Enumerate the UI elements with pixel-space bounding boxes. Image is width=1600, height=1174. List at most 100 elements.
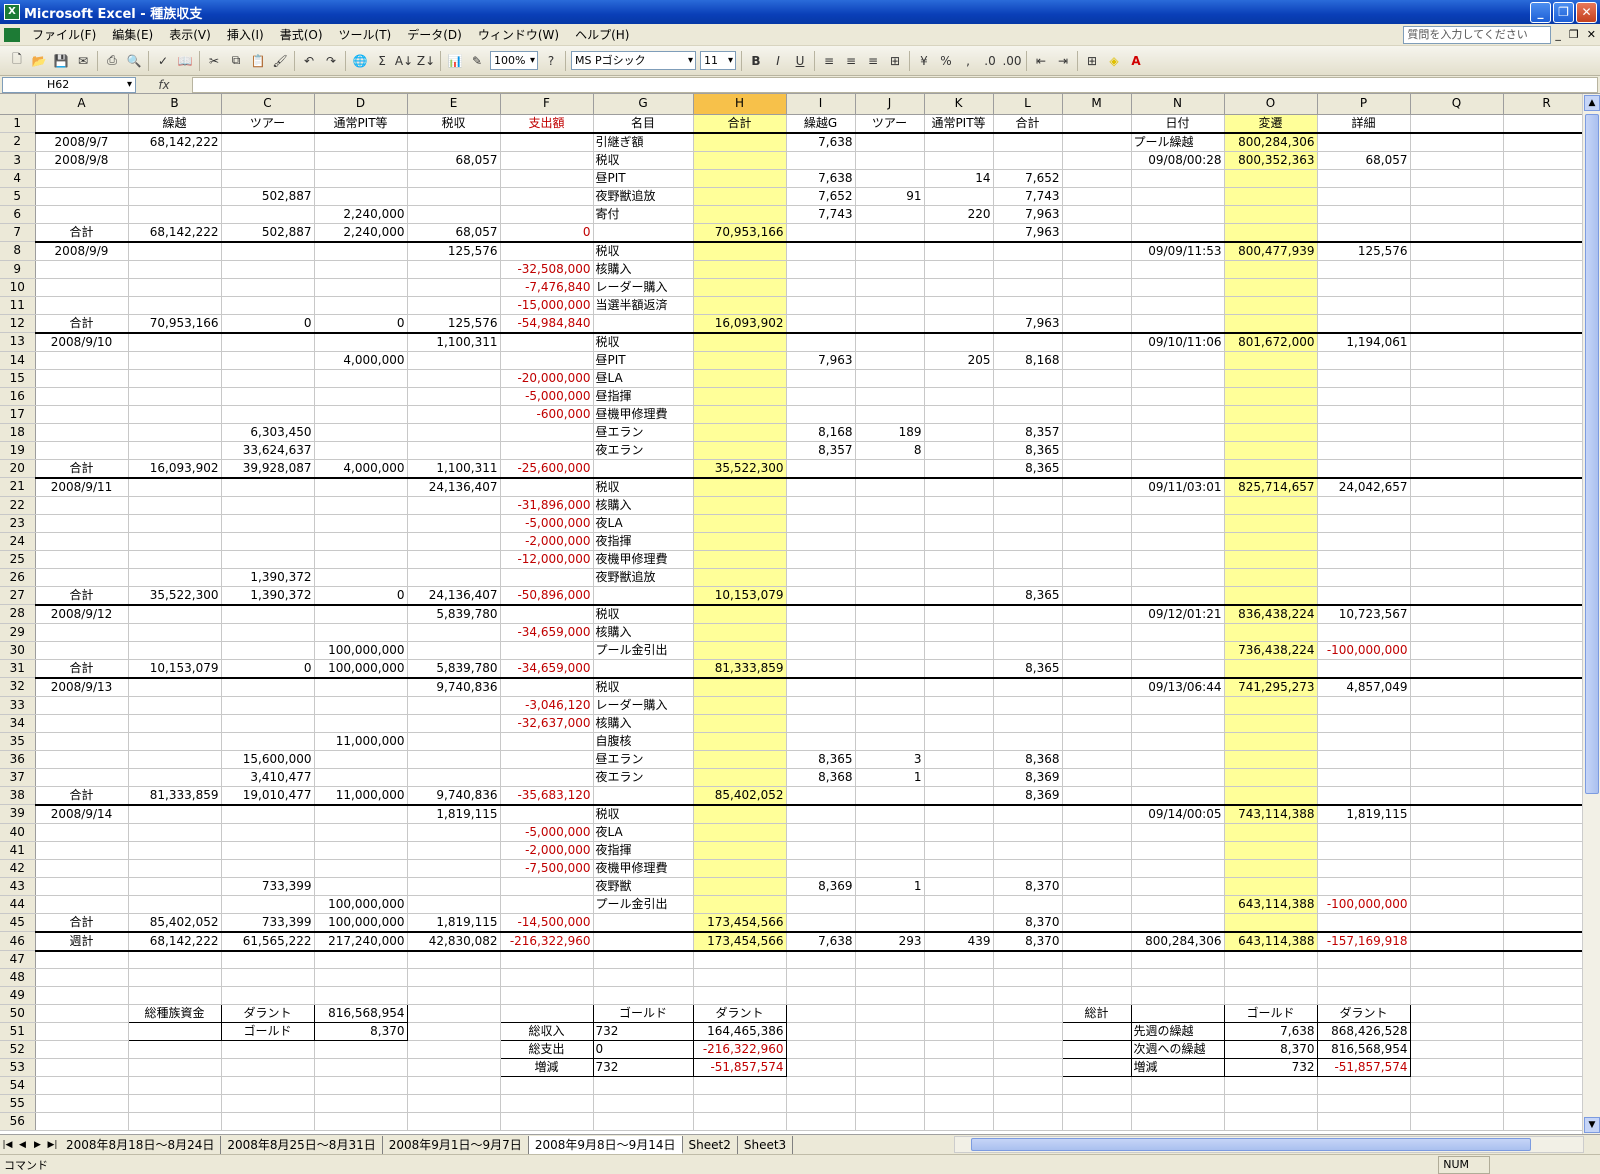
row-header[interactable]: 29 [0,623,36,642]
cell-o48[interactable] [1224,968,1318,987]
cell-k49[interactable] [924,986,994,1005]
cell-r3[interactable] [1503,151,1582,170]
cell-n53[interactable]: 増減 [1130,1058,1225,1077]
cell-p23[interactable] [1317,514,1411,533]
cell-p32[interactable]: 4,857,049 [1317,677,1411,697]
cell-e15[interactable] [407,369,501,388]
cell-m31[interactable] [1062,659,1132,679]
cell-o21[interactable]: 825,714,657 [1224,477,1318,497]
cell-d44[interactable]: 100,000,000 [314,895,408,914]
cell-b45[interactable]: 85,402,052 [128,913,222,933]
menu-format[interactable]: 書式(O) [272,24,331,46]
sheet-tab[interactable]: 2008年8月18日～8月24日 [60,1135,222,1154]
cell-i51[interactable] [786,1022,856,1041]
vertical-scroll-thumb[interactable] [1585,114,1599,794]
cell-n33[interactable] [1131,696,1225,715]
cell-f43[interactable] [500,877,594,896]
cell-l53[interactable] [993,1058,1063,1077]
formula-input[interactable] [192,76,1598,93]
row-header[interactable]: 20 [0,459,36,478]
cell-j55[interactable] [855,1094,925,1113]
cell-p6[interactable] [1317,205,1411,224]
cell-k40[interactable] [924,823,994,842]
menu-tools[interactable]: ツール(T) [331,24,400,46]
cell-c8[interactable] [221,241,315,261]
column-header-b[interactable]: B [128,94,222,115]
cell-o41[interactable] [1224,841,1318,860]
cell-m10[interactable] [1062,278,1132,297]
cell-b10[interactable] [128,278,222,297]
cell-a54[interactable] [35,1076,129,1095]
cell-e38[interactable]: 9,740,836 [407,786,501,806]
cell-o46[interactable]: 643,114,388 [1224,931,1318,952]
cell-o37[interactable] [1224,768,1318,787]
cell-q1[interactable] [1410,114,1504,134]
cell-m49[interactable] [1062,986,1132,1005]
row-header[interactable]: 27 [0,586,36,605]
cell-j41[interactable] [855,841,925,860]
column-header-c[interactable]: C [221,94,315,115]
cell-d1[interactable]: 通常PIT等 [314,114,408,134]
cell-q17[interactable] [1410,405,1504,424]
cell-d40[interactable] [314,823,408,842]
cell-q24[interactable] [1410,532,1504,551]
cell-b14[interactable] [128,351,222,370]
cell-a28[interactable]: 2008/9/12 [35,604,129,624]
cell-n4[interactable] [1131,169,1225,188]
cell-i43[interactable]: 8,369 [786,877,856,896]
cell-m37[interactable] [1062,768,1132,787]
cell-a26[interactable] [35,568,129,587]
cell-g4[interactable]: 昼PIT [593,169,694,188]
cell-r5[interactable] [1503,187,1582,206]
cell-d9[interactable] [314,260,408,279]
cell-n3[interactable]: 09/08/00:28 [1131,151,1225,170]
cell-p29[interactable] [1317,623,1411,642]
cell-l11[interactable] [993,296,1063,315]
cell-d26[interactable] [314,568,408,587]
cell-m34[interactable] [1062,714,1132,733]
cell-e4[interactable] [407,169,501,188]
cell-b34[interactable] [128,714,222,733]
cell-g26[interactable]: 夜野獣追放 [593,568,694,587]
row-header[interactable]: 42 [0,859,36,878]
cell-q5[interactable] [1410,187,1504,206]
cell-r49[interactable] [1503,986,1582,1005]
row-header[interactable]: 19 [0,441,36,460]
cell-c49[interactable] [221,986,315,1005]
cell-g20[interactable] [593,459,694,479]
cell-h53[interactable]: -51,857,574 [692,1058,787,1077]
cell-n54[interactable] [1131,1076,1225,1095]
cell-m27[interactable] [1062,586,1132,606]
row-header[interactable]: 21 [0,477,36,497]
cell-b42[interactable] [128,859,222,878]
cell-l36[interactable]: 8,368 [993,750,1063,769]
cell-i31[interactable] [786,659,856,679]
cell-o45[interactable] [1224,913,1318,933]
cell-l19[interactable]: 8,365 [993,441,1063,460]
row-header[interactable]: 54 [0,1076,36,1095]
cell-k26[interactable] [924,568,994,587]
cell-f52[interactable]: 総支出 [499,1040,594,1059]
cell-p28[interactable]: 10,723,567 [1317,604,1411,624]
cell-k37[interactable] [924,768,994,787]
cell-g36[interactable]: 昼エラン [593,750,694,769]
cell-e48[interactable] [407,968,501,987]
cell-a56[interactable] [35,1112,129,1131]
cell-l42[interactable] [993,859,1063,878]
cell-r18[interactable] [1503,423,1582,442]
row-header[interactable]: 47 [0,950,36,969]
cell-r38[interactable] [1503,786,1582,806]
cell-j42[interactable] [855,859,925,878]
cell-a51[interactable] [35,1022,129,1041]
cell-i1[interactable]: 繰越G [786,114,856,134]
cell-k41[interactable] [924,841,994,860]
cell-d22[interactable] [314,496,408,515]
cell-c22[interactable] [221,496,315,515]
zoom-select[interactable]: 100% [490,51,538,70]
cell-b32[interactable] [128,677,222,697]
cell-a33[interactable] [35,696,129,715]
cell-p24[interactable] [1317,532,1411,551]
row-header[interactable]: 44 [0,895,36,914]
cell-j43[interactable]: 1 [855,877,925,896]
cell-n46[interactable]: 800,284,306 [1131,931,1225,952]
